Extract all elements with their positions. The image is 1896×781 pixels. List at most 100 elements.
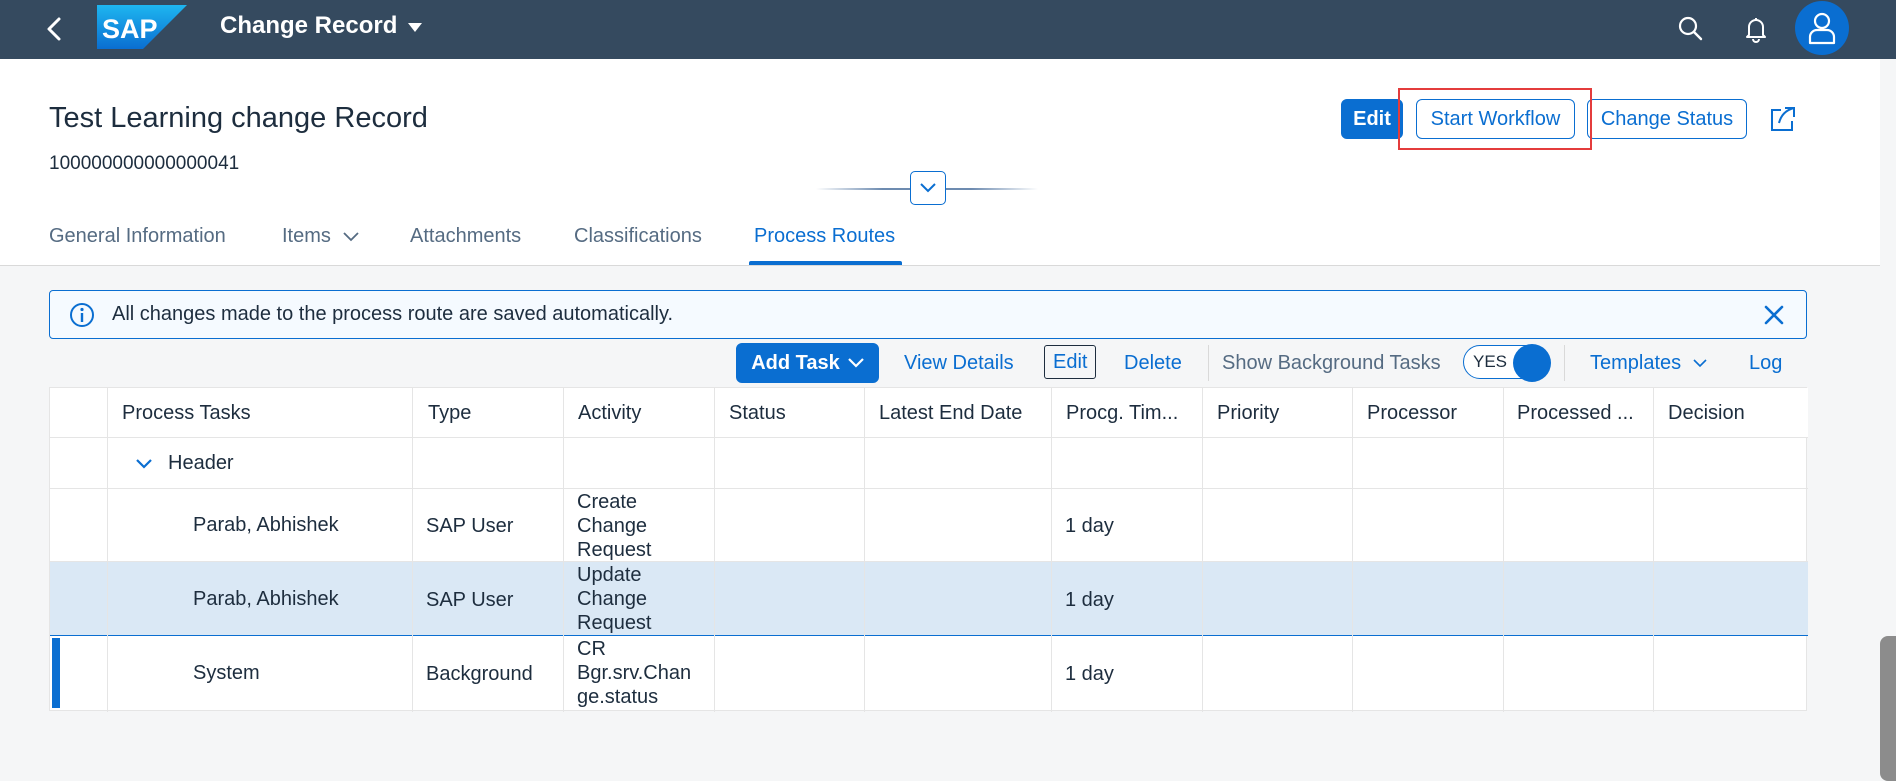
column-header[interactable]: Status — [729, 402, 859, 425]
search-icon[interactable] — [1676, 14, 1706, 44]
info-message-text: All changes made to the process route ar… — [112, 303, 674, 325]
task-cell: Parab, Abhishek — [193, 514, 339, 536]
page-title: Test Learning change Record — [49, 102, 428, 134]
collapse-header-button[interactable] — [910, 171, 946, 205]
activity-line: Request — [577, 539, 652, 561]
background-tasks-switch[interactable]: YES — [1463, 344, 1551, 382]
tab-process-routes[interactable]: Process Routes — [754, 225, 895, 248]
process-route-table: Process Tasks Type Activity Status Lates… — [49, 387, 1808, 712]
user-icon — [1808, 12, 1836, 45]
tab-label: General Information — [49, 225, 226, 247]
column-header[interactable]: Priority — [1217, 402, 1347, 425]
toolbar-separator — [1208, 345, 1209, 381]
change-status-button[interactable]: Change Status — [1587, 99, 1747, 139]
tab-label: Items — [282, 225, 331, 247]
add-task-label: Add Task — [751, 351, 840, 374]
column-divider — [864, 388, 865, 712]
activity-line: Update — [577, 564, 642, 586]
table-row[interactable]: Parab, Abhishek SAP User Create Change R… — [50, 489, 1808, 562]
templates-label: Templates — [1590, 351, 1682, 374]
object-id: 100000000000000041 — [49, 153, 240, 174]
tab-items[interactable]: Items — [282, 225, 359, 248]
show-background-tasks-label: Show Background Tasks — [1222, 351, 1441, 374]
procg-time-cell: 1 day — [1065, 663, 1114, 685]
activity-cell: Update Change Request — [577, 563, 652, 635]
activity-line: Request — [577, 612, 652, 634]
row-navigated-indicator — [52, 638, 60, 708]
chevron-down-icon — [343, 231, 359, 241]
back-icon[interactable] — [40, 14, 70, 44]
column-divider — [1051, 388, 1052, 712]
app-title[interactable]: Change Record — [220, 12, 423, 40]
app-title-text: Change Record — [220, 12, 398, 39]
table-header: Process Tasks Type Activity Status Lates… — [50, 388, 1808, 438]
tab-label: Process Routes — [754, 225, 896, 247]
column-divider — [412, 388, 413, 712]
column-divider — [563, 388, 564, 712]
table-group-row[interactable]: Header — [50, 438, 1808, 489]
tab-classifications[interactable]: Classifications — [574, 225, 702, 248]
table-row[interactable]: System Background CR Bgr.srv.Chan ge.sta… — [50, 636, 1808, 710]
column-divider — [1503, 388, 1504, 712]
column-divider — [1352, 388, 1353, 712]
share-icon[interactable] — [1768, 104, 1798, 134]
activity-line: CR — [577, 638, 606, 660]
switch-state-text: YES — [1473, 352, 1508, 371]
chevron-down-icon — [847, 358, 864, 368]
type-cell: SAP User — [426, 589, 514, 611]
bell-icon[interactable] — [1741, 14, 1771, 44]
table-edit-button[interactable]: Edit — [1044, 345, 1097, 379]
activity-line: Create — [577, 491, 638, 513]
edit-button[interactable]: Edit — [1341, 99, 1403, 139]
page-scrollbar-thumb[interactable] — [1880, 636, 1896, 781]
switch-knob — [1513, 344, 1551, 382]
tab-bar: General Information Items Attachments Cl… — [0, 210, 1000, 266]
view-details-button[interactable]: View Details — [904, 343, 1014, 383]
sap-logo: SAP — [97, 5, 187, 49]
column-header[interactable]: Process Tasks — [122, 402, 412, 425]
column-divider — [714, 388, 715, 712]
tab-attachments[interactable]: Attachments — [410, 225, 521, 248]
activity-line: Change — [577, 515, 648, 537]
column-header[interactable]: Type — [428, 402, 558, 425]
object-header: Test Learning change Record 100000000000… — [0, 59, 1880, 266]
log-button[interactable]: Log — [1749, 343, 1782, 383]
activity-line: ge.status — [577, 686, 659, 708]
column-header[interactable]: Activity — [578, 402, 708, 425]
column-header[interactable]: Processor — [1367, 402, 1497, 425]
chevron-down-icon[interactable] — [135, 458, 153, 470]
chevron-down-icon — [920, 183, 936, 193]
templates-button[interactable]: Templates — [1590, 343, 1707, 383]
info-icon — [70, 302, 94, 327]
user-avatar[interactable] — [1795, 1, 1849, 55]
procg-time-cell: 1 day — [1065, 589, 1114, 611]
column-divider — [1202, 388, 1203, 712]
table-row-selected[interactable]: Parab, Abhishek SAP User Update Change R… — [50, 562, 1808, 636]
active-tab-indicator — [749, 261, 902, 265]
close-icon[interactable] — [1762, 303, 1786, 327]
task-cell: System — [193, 662, 260, 684]
focus-highlight — [1398, 88, 1592, 150]
type-cell: Background — [426, 663, 533, 685]
column-divider — [107, 388, 108, 712]
column-header[interactable]: Decision — [1668, 402, 1798, 425]
tab-general-information[interactable]: General Information — [49, 225, 226, 248]
column-header[interactable]: Procg. Tim... — [1066, 402, 1201, 425]
procg-time-cell: 1 day — [1065, 515, 1114, 537]
activity-line: Bgr.srv.Chan — [577, 662, 692, 684]
info-message-strip: All changes made to the process route ar… — [49, 290, 1807, 339]
svg-text:SAP: SAP — [102, 14, 158, 44]
column-header[interactable]: Latest End Date — [879, 402, 1049, 425]
column-divider — [1653, 388, 1654, 712]
activity-cell: CR Bgr.srv.Chan ge.status — [577, 637, 691, 709]
activity-line: Change — [577, 588, 648, 610]
column-header[interactable]: Processed ... — [1517, 402, 1652, 425]
tab-label: Classifications — [574, 225, 702, 247]
shell-bar: SAP Change Record — [0, 0, 1896, 59]
group-label: Header — [168, 452, 234, 474]
chevron-down-icon — [408, 23, 423, 32]
tab-label: Attachments — [410, 225, 522, 247]
toolbar-separator — [1564, 345, 1565, 381]
add-task-button[interactable]: Add Task — [736, 343, 879, 383]
delete-button[interactable]: Delete — [1124, 343, 1182, 383]
